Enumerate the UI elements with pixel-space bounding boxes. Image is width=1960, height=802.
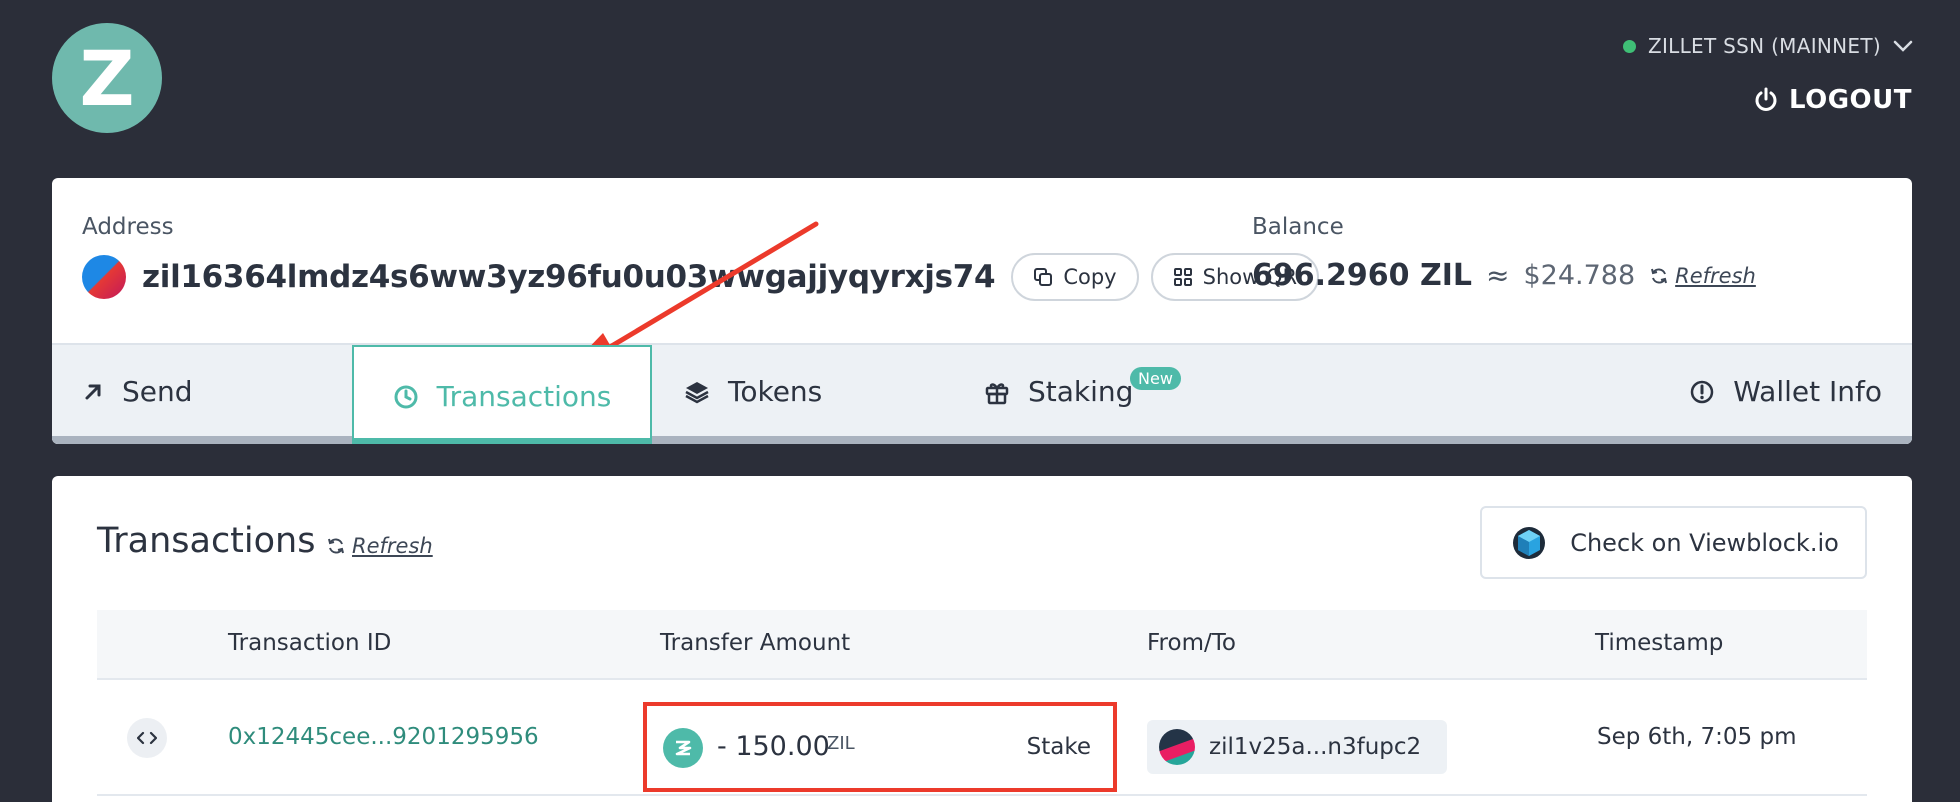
balance-label: Balance xyxy=(1252,214,1344,240)
layers-icon xyxy=(685,381,709,403)
tab-transactions-label: Transactions xyxy=(436,380,612,413)
tab-bar-underline xyxy=(52,436,1912,444)
transactions-title: Transactions xyxy=(97,521,316,561)
table-row: 0x12445cee...9201295956 - 150.00 ZIL Sta… xyxy=(97,680,1867,796)
tab-send-label: Send xyxy=(122,375,193,408)
table-header: Transaction ID Transfer Amount From/To T… xyxy=(97,610,1867,680)
copy-icon xyxy=(1034,268,1053,286)
active-tab-indicator xyxy=(354,438,650,444)
expand-details-button[interactable] xyxy=(127,718,167,758)
tab-wallet-info[interactable]: Wallet Info xyxy=(1689,345,1882,438)
zil-token-icon xyxy=(663,728,703,768)
transfer-type: Stake xyxy=(1026,734,1091,760)
transactions-panel: Transactions Refresh Check on Viewblock.… xyxy=(52,476,1912,802)
address-row: zil16364lmdz4s6ww3yz96fu0u03wwgajjyqyrxj… xyxy=(82,253,1331,301)
zil-logo-icon xyxy=(675,740,692,756)
logo-letter: Z xyxy=(79,33,135,123)
gift-icon xyxy=(985,382,1009,404)
zillet-logo: Z xyxy=(52,23,162,133)
network-label: ZILLET SSN (MAINNET) xyxy=(1647,34,1881,58)
column-header: Transfer Amount xyxy=(660,630,851,656)
tab-bar: Send Transactions Tokens Staking New Wal… xyxy=(52,343,1912,444)
tab-tokens[interactable]: Tokens xyxy=(684,345,822,438)
tab-wallet-info-label: Wallet Info xyxy=(1733,375,1882,408)
transfer-unit: ZIL xyxy=(827,733,855,754)
column-header: Timestamp xyxy=(1595,630,1724,656)
transaction-id-link[interactable]: 0x12445cee...9201295956 xyxy=(228,724,539,750)
arrow-up-right-icon xyxy=(85,384,101,399)
account-card: Address zil16364lmdz4s6ww3yz96fu0u03wwga… xyxy=(52,178,1912,444)
tab-staking[interactable]: Staking xyxy=(984,345,1133,438)
refresh-icon xyxy=(1651,267,1668,284)
transfer-amount-highlight: - 150.00 ZIL Stake xyxy=(643,702,1117,792)
copy-button[interactable]: Copy xyxy=(1011,253,1139,301)
refresh-icon xyxy=(328,538,344,554)
column-header: From/To xyxy=(1147,630,1236,656)
balance-usd: $24.788 xyxy=(1523,260,1636,291)
balance-refresh-label: Refresh xyxy=(1675,263,1756,288)
from-avatar xyxy=(1159,729,1195,765)
transaction-timestamp: Sep 6th, 7:05 pm xyxy=(1597,724,1797,750)
address-avatar xyxy=(82,255,126,299)
tab-transactions[interactable]: Transactions xyxy=(352,345,652,444)
tab-send[interactable]: Send xyxy=(82,345,193,438)
logout-button[interactable]: LOGOUT xyxy=(1753,85,1912,115)
transactions-refresh-label: Refresh xyxy=(352,534,433,558)
viewblock-label: Check on Viewblock.io xyxy=(1570,528,1839,557)
qr-icon xyxy=(1173,268,1192,286)
viewblock-button[interactable]: Check on Viewblock.io xyxy=(1480,506,1867,579)
from-to-label: zil1v25a...n3fupc2 xyxy=(1209,734,1422,760)
address-label: Address xyxy=(82,214,174,240)
copy-label: Copy xyxy=(1063,265,1117,289)
approx-symbol: ≈ xyxy=(1486,259,1510,292)
transfer-amount: - 150.00 xyxy=(717,731,830,762)
transactions-refresh-link[interactable]: Refresh xyxy=(326,534,433,558)
power-icon xyxy=(1755,87,1777,111)
network-selector[interactable]: ZILLET SSN (MAINNET) xyxy=(1622,34,1913,58)
new-badge: New xyxy=(1130,367,1181,390)
balance-refresh-link[interactable]: Refresh xyxy=(1649,264,1756,288)
balance-zil: 696.2960 ZIL xyxy=(1252,258,1472,293)
tab-tokens-label: Tokens xyxy=(728,375,823,408)
logout-label: LOGOUT xyxy=(1788,85,1912,115)
info-icon xyxy=(1691,380,1714,403)
column-header: Transaction ID xyxy=(228,630,392,656)
from-to-address[interactable]: zil1v25a...n3fupc2 xyxy=(1147,720,1447,774)
chevron-down-icon xyxy=(1893,40,1913,52)
viewblock-cube-icon xyxy=(1513,526,1546,559)
network-status-dot xyxy=(1622,39,1636,53)
tab-staking-label: Staking xyxy=(1028,375,1134,408)
code-icon xyxy=(137,731,157,745)
transactions-table: Transaction ID Transfer Amount From/To T… xyxy=(97,610,1867,796)
wallet-address: zil16364lmdz4s6ww3yz96fu0u03wwgajjyqyrxj… xyxy=(142,259,996,295)
clock-icon xyxy=(394,385,418,408)
balance-row: 696.2960 ZIL ≈ $24.788 Refresh xyxy=(1252,258,1756,293)
